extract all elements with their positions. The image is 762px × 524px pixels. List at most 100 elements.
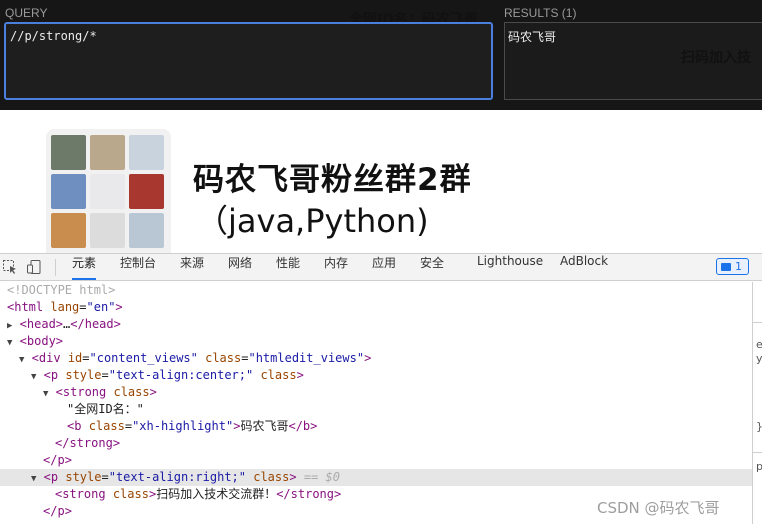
attr-name: lang xyxy=(50,300,80,314)
attr-value: "text-align:right;" xyxy=(108,470,246,484)
issues-badge[interactable]: 1 xyxy=(716,258,749,275)
attr-value: "text-align:center;" xyxy=(108,368,254,382)
attr-name: class xyxy=(113,385,150,399)
attr-name: class xyxy=(88,419,125,433)
attr-name: class xyxy=(253,470,290,484)
tab-sources[interactable]: 来源 xyxy=(180,254,204,280)
attr-value: "en" xyxy=(86,300,116,314)
tag-name: div xyxy=(38,351,61,365)
toolbar-divider xyxy=(55,259,56,276)
device-toolbar-icon[interactable] xyxy=(26,257,42,277)
dom-tree: <!DOCTYPE html> <html lang="en"> ▶ <head… xyxy=(0,282,752,524)
collapse-triangle-icon[interactable]: ▼ xyxy=(19,355,24,365)
xpath-helper-panel: 全网ID名：码农飞哥 QUERY //p/strong/* RESULTS (1… xyxy=(0,0,762,110)
qr-image-tile xyxy=(129,213,164,248)
dom-line-doctype[interactable]: <!DOCTYPE html> xyxy=(0,282,752,299)
dom-line-p-right-selected[interactable]: ▼ <p style="text-align:right;" class> ==… xyxy=(0,469,752,486)
page-heading: 码农飞哥粉丝群2群 xyxy=(193,162,472,198)
styles-pane-text: e xyxy=(756,338,762,351)
tab-console[interactable]: 控制台 xyxy=(120,254,156,280)
tab-lighthouse[interactable]: Lighthouse xyxy=(477,254,543,280)
result-text: 码农飞哥 xyxy=(508,30,557,44)
collapse-triangle-icon[interactable]: ▼ xyxy=(31,372,36,382)
attr-value: "htmledit_views" xyxy=(248,351,365,365)
styles-pane-text: p xyxy=(756,460,762,473)
tag-name: p xyxy=(50,470,59,484)
tag-name: strong xyxy=(62,385,107,399)
text-node: "全网ID名：" xyxy=(67,402,144,416)
tag-name: p xyxy=(57,504,65,518)
tag-name: strong xyxy=(69,436,113,450)
styles-pane-text: y xyxy=(756,352,762,365)
attr-name: class xyxy=(112,487,149,501)
attr-name: style xyxy=(65,470,102,484)
group-qr-image xyxy=(46,129,171,254)
attr-name: id xyxy=(67,351,83,365)
tag-name: head xyxy=(84,317,114,331)
tab-security[interactable]: 安全 xyxy=(420,254,444,280)
dom-line-p-center[interactable]: ▼ <p style="text-align:center;" class> xyxy=(0,367,752,384)
qr-image-tile xyxy=(51,135,86,170)
tab-memory[interactable]: 内存 xyxy=(324,254,348,280)
expand-triangle-icon[interactable]: ▶ xyxy=(7,321,12,331)
dom-line-p-close[interactable]: </p> xyxy=(0,452,752,469)
page-heading-subtitle: （java,Python) xyxy=(196,202,429,240)
qr-image-tile xyxy=(51,213,86,248)
pane-divider xyxy=(753,322,762,323)
tab-elements[interactable]: 元素 xyxy=(72,254,97,280)
qr-image-tile xyxy=(90,213,125,248)
csdn-watermark: CSDN @码农飞哥 xyxy=(597,499,720,517)
collapse-triangle-icon[interactable]: ▼ xyxy=(7,338,12,348)
dom-line-b[interactable]: <b class="xh-highlight">码农飞哥</b> xyxy=(0,418,752,435)
tag-name: html xyxy=(14,300,44,314)
attr-name: class xyxy=(260,368,297,382)
page-content: 码农飞哥粉丝群2群 （java,Python) xyxy=(0,110,762,254)
tab-network[interactable]: 网络 xyxy=(228,254,252,280)
collapse-triangle-icon[interactable]: ▼ xyxy=(43,389,48,399)
attr-name: class xyxy=(205,351,242,365)
background-page-text: 全网ID名：码农飞哥 xyxy=(349,12,478,22)
tag-name: p xyxy=(57,453,65,467)
tag-name: body xyxy=(26,334,56,348)
element-text: 码农飞哥 xyxy=(240,419,289,433)
query-label: QUERY xyxy=(5,6,48,20)
tag-name: b xyxy=(74,419,82,433)
devtools-panel: 元素 控制台 来源 网络 性能 内存 应用 安全 Lighthouse AdBl… xyxy=(0,253,762,524)
results-label: RESULTS (1) xyxy=(504,6,577,20)
qr-image-tile xyxy=(129,135,164,170)
tag-name: head xyxy=(26,317,56,331)
tag-name: strong xyxy=(290,487,335,501)
collapse-triangle-icon[interactable]: ▼ xyxy=(31,474,36,484)
qr-image-tile xyxy=(90,135,125,170)
tab-adblock[interactable]: AdBlock xyxy=(560,254,608,280)
attr-value: "xh-highlight" xyxy=(132,419,234,433)
dom-line-body[interactable]: ▼ <body> xyxy=(0,333,752,350)
doctype-text: <!DOCTYPE html> xyxy=(7,283,116,297)
tab-application[interactable]: 应用 xyxy=(372,254,396,280)
devtools-toolbar: 元素 控制台 来源 网络 性能 内存 应用 安全 Lighthouse AdBl… xyxy=(0,254,762,281)
qr-image-tile xyxy=(90,174,125,209)
pane-divider xyxy=(753,452,762,453)
styles-pane-edge: e y } p xyxy=(752,282,762,524)
dom-line-html[interactable]: <html lang="en"> xyxy=(0,299,752,316)
inspect-element-icon[interactable] xyxy=(2,257,18,277)
qr-image-tile xyxy=(129,174,164,209)
dom-line-strong[interactable]: ▼ <strong class> xyxy=(0,384,752,401)
tab-performance[interactable]: 性能 xyxy=(276,254,300,280)
qr-image-tile xyxy=(51,174,86,209)
xpath-query-input[interactable]: //p/strong/* xyxy=(4,22,493,100)
selected-node-marker: == $0 xyxy=(303,470,340,484)
tag-name: p xyxy=(50,368,59,382)
message-icon xyxy=(721,263,731,271)
tag-name: strong xyxy=(62,487,106,501)
dom-line-div[interactable]: ▼ <div id="content_views" class="htmledi… xyxy=(0,350,752,367)
background-page-text-2: 扫码加入技 xyxy=(681,50,751,66)
dom-line-strong-close[interactable]: </strong> xyxy=(0,435,752,452)
issues-count: 1 xyxy=(735,260,742,273)
dom-line-head[interactable]: ▶ <head>…</head> xyxy=(0,316,752,333)
styles-pane-text: } xyxy=(756,420,762,433)
attr-value: "content_views" xyxy=(89,351,198,365)
dom-line-text-node[interactable]: "全网ID名：" xyxy=(0,401,752,418)
attr-name: style xyxy=(65,368,102,382)
element-text: 扫码加入技术交流群！ xyxy=(156,487,277,501)
